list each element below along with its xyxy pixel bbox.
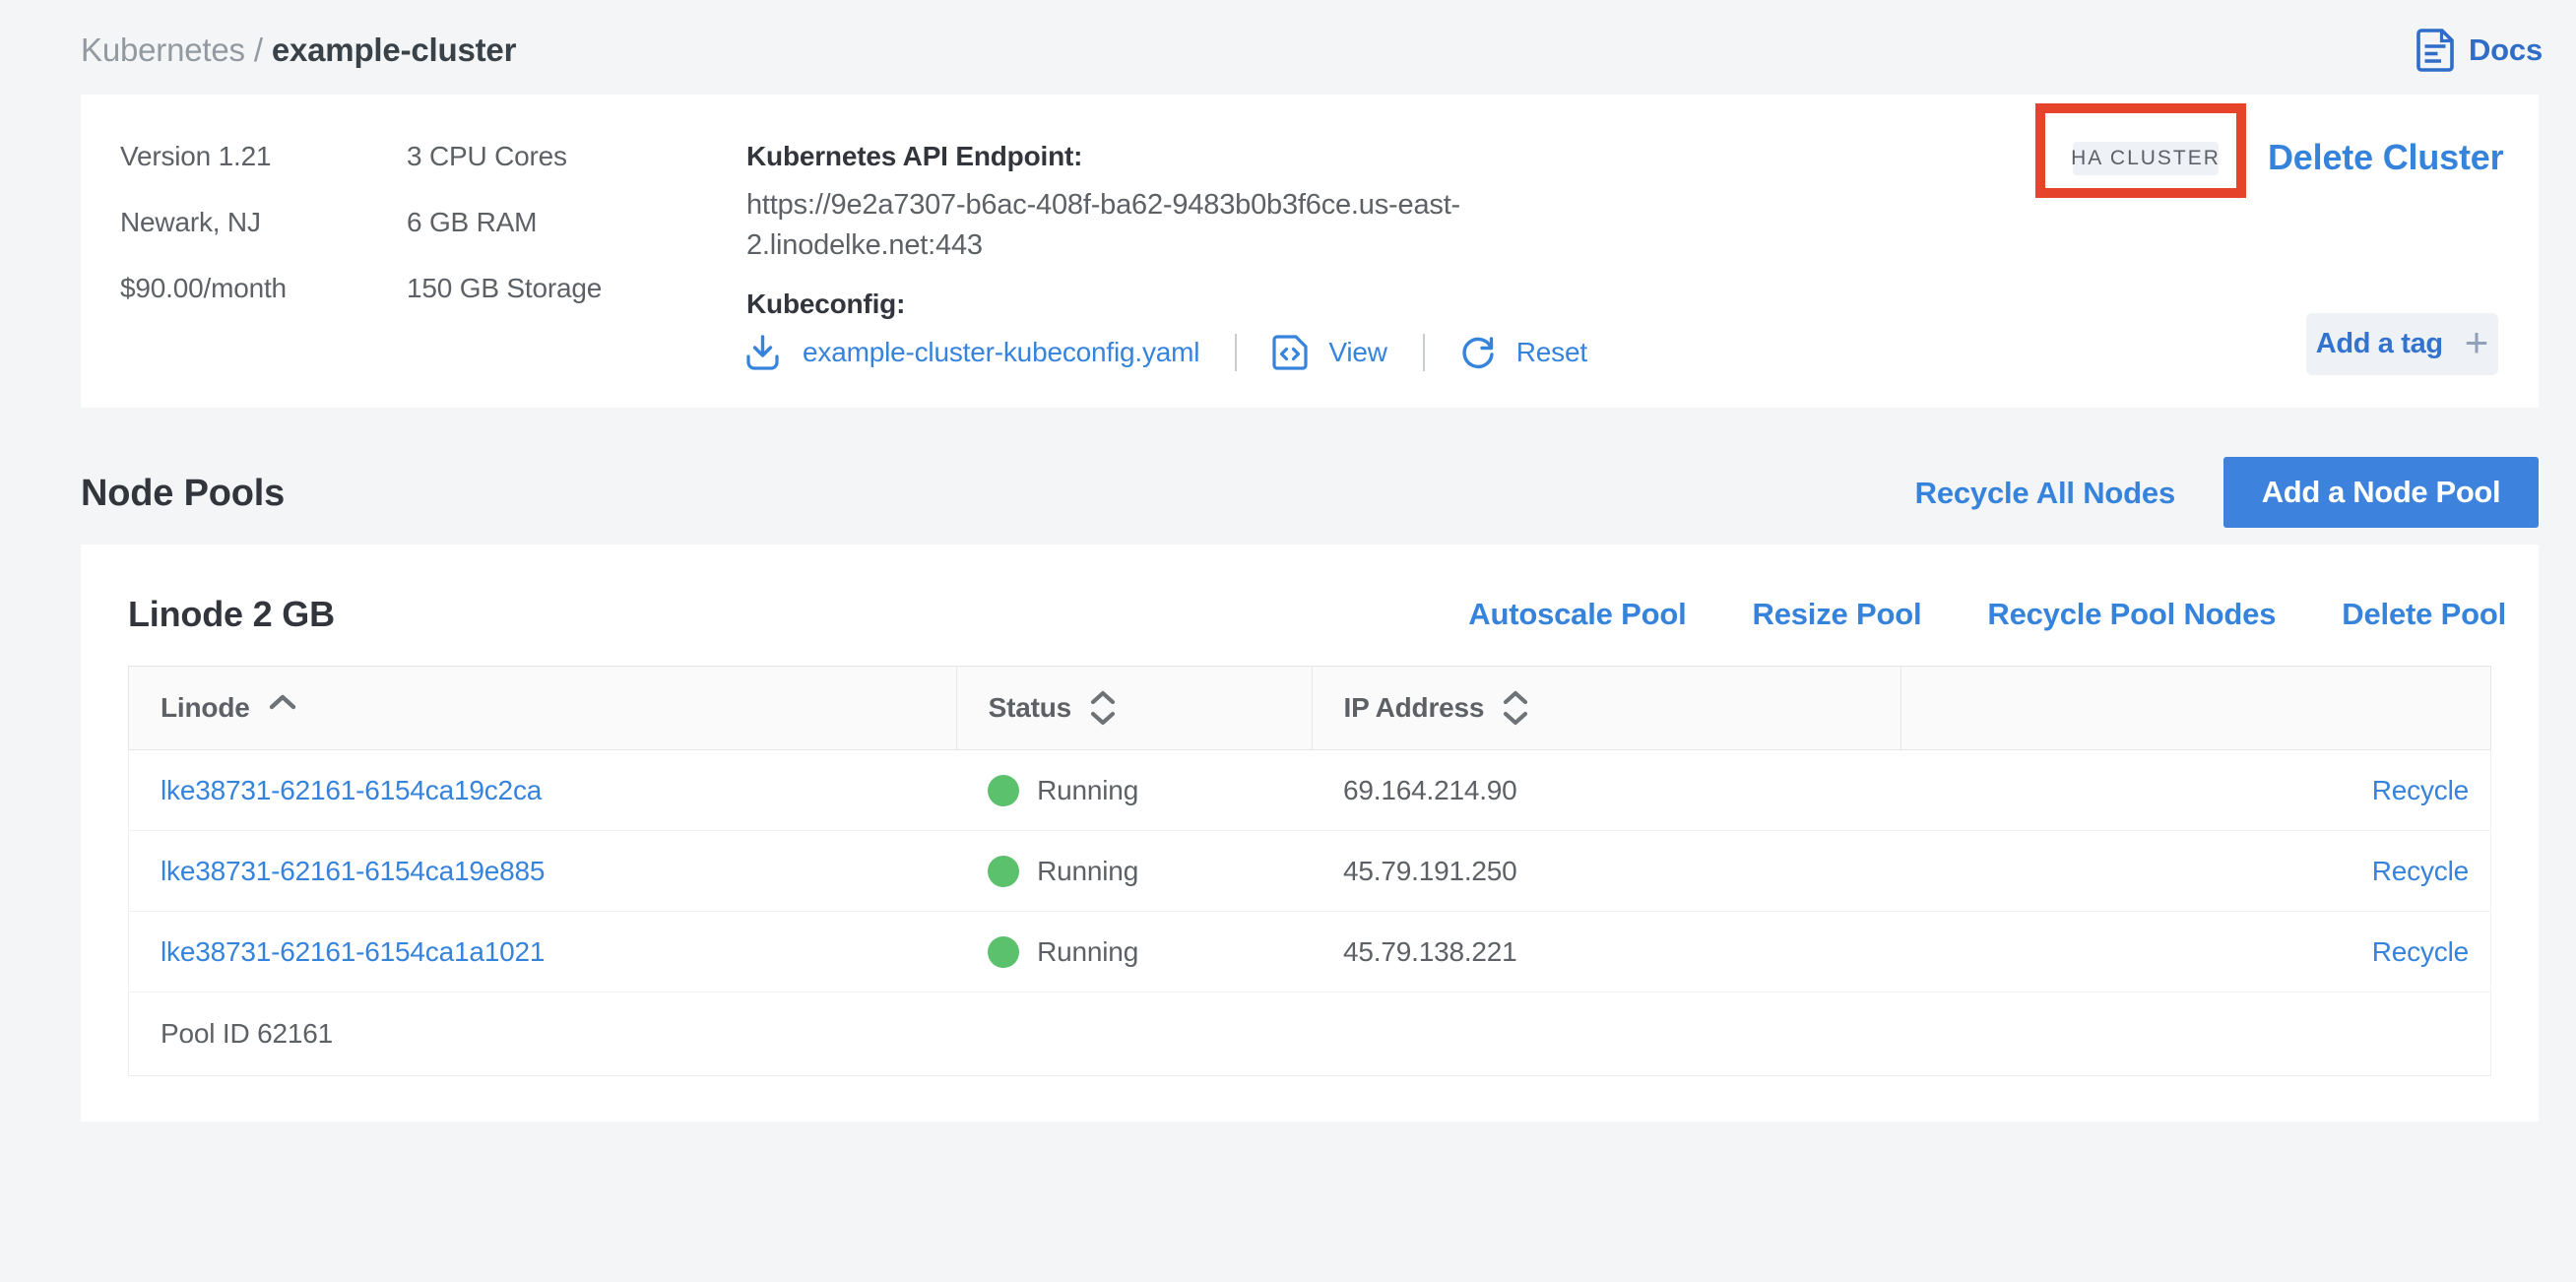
column-header-actions <box>1901 667 2491 750</box>
pool-id: Pool ID 62161 <box>129 993 2491 1076</box>
node-pools-title: Node Pools <box>81 473 285 515</box>
plus-icon: + <box>2465 322 2489 363</box>
recycle-node-button[interactable]: Recycle <box>2372 775 2469 805</box>
kubeconfig-actions: example-cluster-kubeconfig.yaml View <box>746 331 1587 374</box>
column-header-status[interactable]: Status <box>956 667 1312 750</box>
add-tag-label: Add a tag <box>2316 328 2443 360</box>
pool-name: Linode 2 GB <box>128 594 335 635</box>
linode-cell: lke38731-62161-6154ca1a1021 <box>129 912 957 993</box>
sort-ascending-icon <box>269 694 296 710</box>
kubeconfig-view-link[interactable]: View <box>1272 335 1386 370</box>
status-running-icon <box>988 856 1019 887</box>
recycle-pool-nodes-button[interactable]: Recycle Pool Nodes <box>1987 597 2276 632</box>
linode-cell: lke38731-62161-6154ca19c2ca <box>129 750 957 831</box>
pool-id-row: Pool ID 62161 <box>129 993 2491 1076</box>
action-cell: Recycle <box>1901 750 2491 831</box>
kubeconfig-heading: Kubeconfig: <box>746 288 905 320</box>
action-cell: Recycle <box>1901 831 2491 912</box>
api-endpoint-url-line1: https://9e2a7307-b6ac-408f-ba62-9483b0b3… <box>746 185 1460 225</box>
sort-icon <box>1090 690 1116 726</box>
docs-link[interactable]: Docs <box>2416 23 2543 72</box>
linode-cell: lke38731-62161-6154ca19e885 <box>129 831 957 912</box>
column-header-linode[interactable]: Linode <box>129 667 957 750</box>
view-code-icon <box>1272 335 1308 370</box>
specs-column-left: Version 1.21 Newark, NJ $90.00/month <box>120 123 287 321</box>
nodes-table: Linode Status <box>128 666 2491 1076</box>
breadcrumb-current: example-cluster <box>272 32 516 68</box>
status-cell: Running <box>956 831 1312 912</box>
breadcrumb: Kubernetes / example-cluster <box>81 26 516 69</box>
divider <box>1423 334 1425 371</box>
download-icon <box>746 335 779 370</box>
cluster-ram: 6 GB RAM <box>407 189 602 255</box>
ip-address: 45.79.191.250 <box>1312 831 1901 912</box>
kubeconfig-reset-link[interactable]: Reset <box>1460 335 1587 370</box>
ip-column-label: IP Address <box>1344 692 1485 724</box>
cluster-storage: 150 GB Storage <box>407 255 602 321</box>
docs-label: Docs <box>2469 32 2543 68</box>
action-cell: Recycle <box>1901 912 2491 993</box>
node-pool-card: Linode 2 GB Autoscale Pool Resize Pool R… <box>81 545 2539 1122</box>
node-pools-bar: Node Pools Recycle All Nodes Add a Node … <box>0 408 2576 545</box>
status-cell: Running <box>956 750 1312 831</box>
pool-actions: Autoscale Pool Resize Pool Recycle Pool … <box>1468 597 2506 632</box>
add-node-pool-button[interactable]: Add a Node Pool <box>2223 457 2539 528</box>
recycle-all-nodes-button[interactable]: Recycle All Nodes <box>1915 476 2175 511</box>
sort-icon <box>1503 690 1528 726</box>
node-link[interactable]: lke38731-62161-6154ca19c2ca <box>161 775 542 805</box>
node-link[interactable]: lke38731-62161-6154ca19e885 <box>161 856 545 886</box>
recycle-node-button[interactable]: Recycle <box>2372 936 2469 967</box>
delete-cluster-button[interactable]: Delete Cluster <box>2268 137 2503 178</box>
reset-label: Reset <box>1516 337 1587 368</box>
top-bar: Kubernetes / example-cluster Docs <box>0 0 2576 95</box>
page: Kubernetes / example-cluster Docs Versio… <box>0 0 2576 1122</box>
view-label: View <box>1328 337 1386 368</box>
api-endpoint-url: https://9e2a7307-b6ac-408f-ba62-9483b0b3… <box>746 185 1460 266</box>
docs-icon <box>2416 29 2454 72</box>
ip-address: 45.79.138.221 <box>1312 912 1901 993</box>
breadcrumb-section-label: Kubernetes <box>81 32 245 68</box>
api-endpoint-heading: Kubernetes API Endpoint: <box>746 141 1082 172</box>
add-tag-button[interactable]: Add a tag + <box>2306 313 2498 375</box>
cluster-price: $90.00/month <box>120 255 287 321</box>
recycle-node-button[interactable]: Recycle <box>2372 856 2469 886</box>
table-row: lke38731-62161-6154ca19c2ca Running 69.1… <box>129 750 2491 831</box>
status-label: Running <box>1037 936 1138 968</box>
breadcrumb-separator: / <box>254 32 263 68</box>
status-running-icon <box>988 936 1019 968</box>
divider <box>1235 334 1237 371</box>
node-link[interactable]: lke38731-62161-6154ca1a1021 <box>161 936 545 967</box>
status-label: Running <box>1037 856 1138 887</box>
cluster-region: Newark, NJ <box>120 189 287 255</box>
table-header-row: Linode Status <box>129 667 2491 750</box>
linode-column-label: Linode <box>161 692 250 724</box>
ip-address: 69.164.214.90 <box>1312 750 1901 831</box>
kubeconfig-download-link[interactable]: example-cluster-kubeconfig.yaml <box>746 335 1199 370</box>
status-running-icon <box>988 775 1019 806</box>
delete-pool-button[interactable]: Delete Pool <box>2342 597 2506 632</box>
table-row: lke38731-62161-6154ca19e885 Running 45.7… <box>129 831 2491 912</box>
status-cell: Running <box>956 912 1312 993</box>
breadcrumb-kubernetes[interactable]: Kubernetes <box>81 32 245 68</box>
api-endpoint-url-line2: 2.linodelke.net:443 <box>746 225 1460 266</box>
kubeconfig-file-label: example-cluster-kubeconfig.yaml <box>803 337 1199 368</box>
table-row: lke38731-62161-6154ca1a1021 Running 45.7… <box>129 912 2491 993</box>
reset-icon <box>1460 335 1496 370</box>
specs-column-right: 3 CPU Cores 6 GB RAM 150 GB Storage <box>407 123 602 321</box>
ha-cluster-badge: HA CLUSTER <box>2073 142 2219 175</box>
cluster-cpu: 3 CPU Cores <box>407 123 602 189</box>
cluster-summary-card: Version 1.21 Newark, NJ $90.00/month 3 C… <box>81 95 2539 408</box>
status-label: Running <box>1037 775 1138 806</box>
status-column-label: Status <box>989 692 1071 724</box>
autoscale-pool-button[interactable]: Autoscale Pool <box>1468 597 1686 632</box>
resize-pool-button[interactable]: Resize Pool <box>1753 597 1922 632</box>
column-header-ip[interactable]: IP Address <box>1312 667 1901 750</box>
cluster-version: Version 1.21 <box>120 123 287 189</box>
